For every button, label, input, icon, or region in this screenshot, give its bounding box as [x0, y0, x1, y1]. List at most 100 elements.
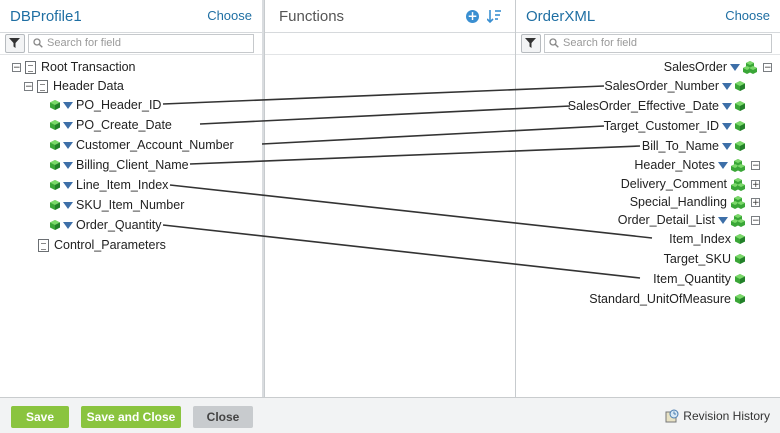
source-field-row[interactable]: PO_Create_Date — [50, 116, 172, 134]
dropdown-arrow-icon[interactable] — [722, 142, 732, 150]
collapse-icon[interactable]: − — [763, 62, 772, 72]
dropdown-arrow-icon[interactable] — [63, 221, 73, 229]
dropdown-arrow-icon[interactable] — [63, 201, 73, 209]
green-cube-icon — [735, 274, 745, 284]
dropdown-arrow-icon[interactable] — [722, 122, 732, 130]
dropdown-arrow-icon[interactable] — [722, 82, 732, 90]
green-cube-icon — [50, 220, 60, 230]
destination-panel-header: OrderXML Choose — [516, 0, 780, 33]
destination-field-label: Delivery_Comment — [620, 177, 727, 191]
collapse-icon[interactable]: − — [751, 160, 760, 170]
green-cube-icon — [50, 140, 60, 150]
destination-field-row[interactable]: Item_Quantity — [653, 270, 760, 288]
source-field-label: Billing_Client_Name — [76, 158, 189, 172]
collapse-icon[interactable]: − — [24, 81, 33, 91]
dropdown-arrow-icon[interactable] — [718, 216, 728, 224]
sort-icon[interactable] — [487, 9, 501, 23]
destination-field-row[interactable]: Item_Index — [669, 230, 760, 248]
functions-filter-bar — [265, 32, 515, 55]
destination-field-row[interactable]: Bill_To_Name — [642, 137, 760, 155]
destination-field-row[interactable]: Target_Customer_ID — [604, 117, 760, 135]
functions-panel-header: Functions + — [265, 0, 515, 33]
green-cube-icon — [735, 141, 745, 151]
revision-history-label: Revision History — [683, 409, 770, 423]
destination-field-row[interactable]: SalesOrder_Effective_Date — [568, 97, 760, 115]
cube-cluster-icon — [731, 158, 745, 172]
destination-field-label: Special_Handling — [629, 195, 727, 209]
destination-field-label: Item_Index — [669, 232, 731, 246]
destination-field-label: Item_Quantity — [653, 272, 731, 286]
document-icon — [25, 60, 36, 74]
dropdown-arrow-icon[interactable] — [63, 181, 73, 189]
collapse-icon[interactable]: − — [751, 215, 760, 225]
source-field-label: SKU_Item_Number — [76, 198, 185, 212]
source-choose-link[interactable]: Choose — [207, 8, 252, 23]
dropdown-arrow-icon[interactable] — [722, 102, 732, 110]
green-cube-icon — [50, 160, 60, 170]
source-filter-button[interactable] — [5, 34, 25, 53]
dropdown-arrow-icon[interactable] — [63, 121, 73, 129]
revision-history-icon — [665, 409, 679, 423]
destination-search-input[interactable] — [563, 35, 769, 50]
tree-node-control-parameters[interactable]: Control_Parameters — [38, 236, 166, 254]
editor-footer: Save Save and Close Close Revision Histo… — [0, 397, 780, 433]
green-cube-icon — [735, 254, 745, 264]
destination-field-row[interactable]: Target_SKU — [664, 250, 760, 268]
destination-field-label: Header_Notes — [634, 158, 715, 172]
source-field-row[interactable]: Customer_Account_Number — [50, 136, 234, 154]
source-field-row[interactable]: Line_Item_Index — [50, 176, 168, 194]
cube-cluster-icon — [743, 60, 757, 74]
source-field-label: PO_Header_ID — [76, 98, 162, 112]
green-cube-icon — [735, 294, 745, 304]
destination-field-label: Target_Customer_ID — [603, 119, 719, 133]
dropdown-arrow-icon[interactable] — [63, 161, 73, 169]
tree-label-root: Root Transaction — [41, 60, 136, 74]
source-field-row[interactable]: PO_Header_ID — [50, 96, 161, 114]
green-cube-icon — [735, 234, 745, 244]
tree-node-header-data[interactable]: − Header Data — [24, 77, 124, 95]
source-field-label: Order_Quantity — [76, 218, 162, 232]
green-cube-icon — [50, 120, 60, 130]
destination-field-label: Order_Detail_List — [617, 213, 715, 227]
cube-cluster-icon — [731, 213, 745, 227]
source-field-row[interactable]: SKU_Item_Number — [50, 196, 184, 214]
source-profile-title: DBProfile1 — [10, 8, 82, 25]
destination-filter-bar — [516, 32, 780, 55]
destination-choose-link[interactable]: Choose — [725, 8, 770, 23]
green-cube-icon — [735, 81, 745, 91]
destination-field-row[interactable]: Header_Notes − — [634, 156, 760, 174]
save-and-close-button[interactable]: Save and Close — [81, 406, 181, 428]
source-search-input[interactable] — [47, 35, 251, 50]
dropdown-arrow-icon[interactable] — [63, 141, 73, 149]
funnel-icon — [525, 38, 536, 48]
destination-field-row[interactable]: Order_Detail_List − — [618, 211, 760, 229]
save-button[interactable]: Save — [11, 406, 69, 428]
dropdown-arrow-icon[interactable] — [718, 161, 728, 169]
collapse-icon[interactable]: − — [12, 62, 21, 72]
destination-filter-button[interactable] — [521, 34, 541, 53]
close-button[interactable]: Close — [193, 406, 253, 428]
green-cube-icon — [50, 100, 60, 110]
expand-icon[interactable]: + — [751, 197, 760, 207]
green-cube-icon — [50, 200, 60, 210]
destination-field-row[interactable]: SalesOrder − — [664, 58, 772, 76]
funnel-icon — [9, 38, 20, 48]
functions-panel: Functions + — [264, 0, 516, 397]
destination-field-label: SalesOrder_Number — [604, 79, 719, 93]
tree-node-root[interactable]: − Root Transaction — [12, 58, 136, 76]
revision-history-link[interactable]: Revision History — [665, 409, 770, 423]
destination-field-row[interactable]: Standard_UnitOfMeasure — [589, 290, 760, 308]
source-field-row[interactable]: Order_Quantity — [50, 216, 161, 234]
dropdown-arrow-icon[interactable] — [730, 63, 740, 71]
destination-field-row[interactable]: Delivery_Comment + — [621, 175, 760, 193]
expand-icon[interactable]: + — [751, 179, 760, 189]
destination-field-label: Target_SKU — [663, 252, 731, 266]
destination-field-row[interactable]: Special_Handling + — [630, 193, 760, 211]
add-function-icon[interactable]: + — [466, 9, 479, 23]
source-field-label: PO_Create_Date — [76, 118, 172, 132]
cube-cluster-icon — [731, 177, 745, 191]
destination-field-row[interactable]: SalesOrder_Number — [604, 77, 760, 95]
tree-label-control: Control_Parameters — [54, 238, 166, 252]
dropdown-arrow-icon[interactable] — [63, 101, 73, 109]
source-field-row[interactable]: Billing_Client_Name — [50, 156, 189, 174]
